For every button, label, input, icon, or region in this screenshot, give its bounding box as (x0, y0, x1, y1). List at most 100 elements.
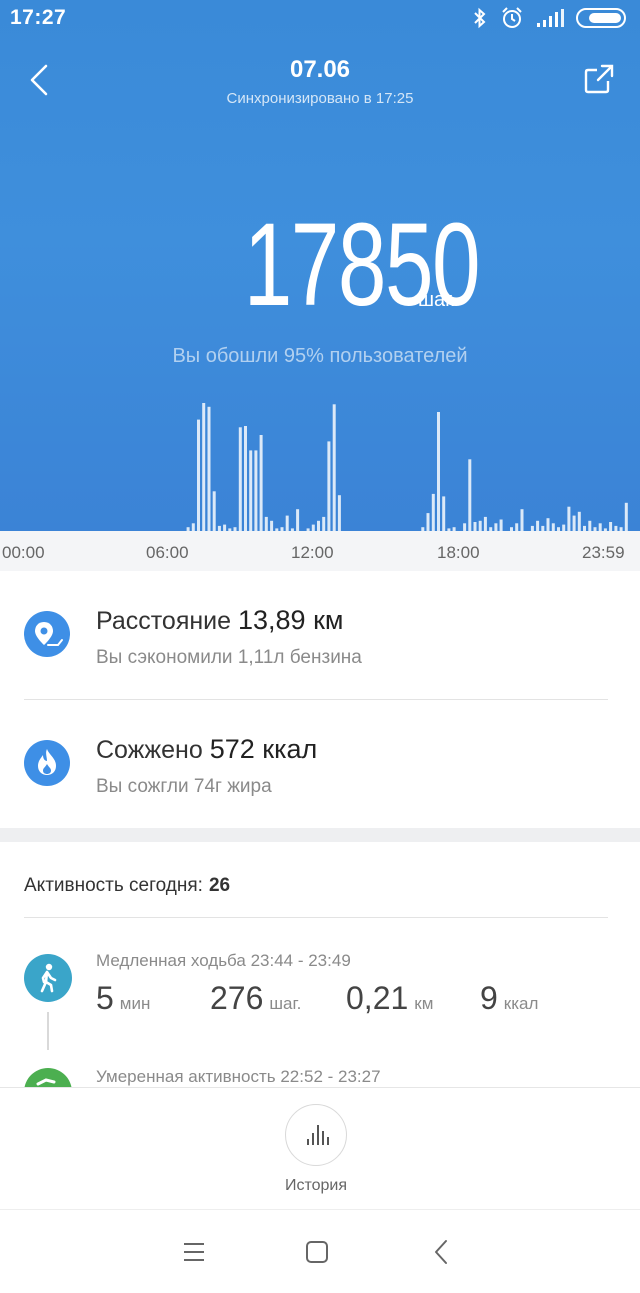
section-gap (0, 828, 640, 842)
status-bar: 17:27 (0, 0, 640, 36)
chart-bar (212, 491, 216, 531)
chart-bar (473, 522, 477, 531)
activity-distance: 0,21 км (346, 980, 433, 1017)
x-tick-label: 23:59 (582, 543, 625, 562)
walking-icon (24, 954, 72, 1002)
chart-bar (322, 516, 326, 531)
steps-comparison: Вы обошли 95% пользователей (172, 345, 468, 367)
status-icons (472, 6, 626, 30)
chart-bar (285, 515, 289, 531)
timeline-connector (47, 1012, 49, 1050)
distance-value: 0,21 (346, 980, 409, 1016)
alarm-icon (502, 7, 522, 28)
chart-bar (520, 509, 524, 531)
sync-status: Синхронизировано в 17:25 (226, 90, 414, 107)
calories-card: Сожжено 572 ккал Вы сожгли 74г жира (0, 700, 640, 828)
activity-title: Активность сегодня: 26 (24, 875, 230, 897)
chart-bar (463, 523, 467, 531)
flame-icon (24, 740, 70, 786)
activity-label: Активность сегодня: (24, 875, 203, 896)
back-nav-icon[interactable] (432, 1239, 450, 1265)
duration-value: 5 (96, 980, 114, 1016)
chart-bar (259, 435, 263, 531)
steps-unit: шаг. (269, 994, 302, 1013)
chart-bar (551, 523, 555, 531)
chart-bar (191, 523, 195, 531)
steps-value: 276 (210, 980, 264, 1016)
chart-bar (426, 513, 430, 531)
distance-value: 13,89 км (238, 605, 344, 635)
history-button[interactable] (285, 1104, 347, 1166)
chart-bar (238, 427, 242, 531)
calories-value: 572 ккал (209, 734, 318, 764)
activity-item-label: Умеренная активность 22:52 - 23:27 (96, 1067, 381, 1086)
chart-bar (327, 441, 331, 531)
chart-bar (207, 406, 211, 531)
bluetooth-icon (474, 7, 486, 29)
chart-bar (244, 426, 247, 531)
x-tick-label: 12:00 (291, 543, 334, 562)
chart-bar (317, 520, 320, 531)
chart-bar (609, 522, 613, 531)
distance-label: Расстояние (96, 607, 232, 635)
battery-icon (576, 8, 626, 28)
chart-bar (624, 502, 628, 531)
chart-bar (332, 404, 336, 531)
steps-unit: шаг. (418, 289, 456, 311)
chart-bar (494, 523, 498, 531)
chart-bar (478, 520, 482, 531)
duration-unit: мин (119, 994, 151, 1013)
activity-count: 26 (208, 875, 231, 896)
home-icon[interactable] (305, 1240, 329, 1264)
divider (24, 917, 608, 918)
distance-title: Расстояние 13,89 км (96, 605, 343, 636)
chart-bar (546, 518, 550, 531)
x-tick-label: 00:00 (2, 543, 45, 562)
chart-bar (588, 520, 592, 531)
chart-bar (499, 519, 503, 531)
distance-sub: Вы сэкономили 1,11л бензина (96, 647, 362, 668)
chart-bar (202, 403, 206, 531)
chart-bar (536, 520, 540, 531)
chart-bar (431, 493, 435, 531)
page-title: 07.06 (289, 56, 351, 83)
steps-chart (186, 403, 628, 531)
calories-value: 9 (480, 980, 498, 1016)
chart-bar (442, 496, 446, 531)
chart-bar (567, 506, 571, 531)
chart-bar (468, 459, 472, 531)
calories-unit: ккал (503, 994, 539, 1013)
chart-bar (249, 450, 253, 531)
calories-title: Сожжено 572 ккал (96, 734, 317, 765)
share-button[interactable] (584, 64, 614, 94)
signal-icon (537, 9, 564, 27)
chart-bar (483, 516, 487, 531)
system-nav-bar (0, 1209, 640, 1293)
location-route-icon (24, 611, 70, 657)
chart-bar (296, 509, 300, 531)
calories-sub: Вы сожгли 74г жира (96, 776, 272, 797)
chart-bar (264, 516, 268, 531)
steps-display: 17850 шаг. (0, 205, 640, 325)
chart-bar (337, 495, 341, 531)
x-tick-label: 18:00 (437, 543, 480, 562)
chart-bar (572, 515, 576, 531)
chart-bar (515, 523, 519, 531)
activity-duration: 5 мин (96, 980, 150, 1017)
chart-time-axis: 00:00 06:00 12:00 18:00 23:59 (0, 531, 640, 571)
bottom-panel: История (0, 1087, 640, 1209)
distance-card: Расстояние 13,89 км Вы сэкономили 1,11л … (0, 571, 640, 699)
chart-bar (598, 523, 602, 531)
activity-calories: 9 ккал (480, 980, 538, 1017)
status-time: 17:27 (10, 6, 67, 29)
activity-steps: 276 шаг. (210, 980, 301, 1017)
history-label: История (284, 1177, 348, 1194)
menu-icon[interactable] (182, 1241, 206, 1263)
chart-bar (270, 520, 274, 531)
chart-bar (577, 511, 581, 531)
chart-bar (254, 450, 258, 531)
chart-bar (197, 419, 200, 531)
activity-item-label: Медленная ходьба 23:44 - 23:49 (96, 951, 351, 970)
bar-chart-icon (307, 1125, 329, 1145)
steps-header: 17:27 07.06 Синхронизировано в 17:25 178… (0, 0, 640, 531)
